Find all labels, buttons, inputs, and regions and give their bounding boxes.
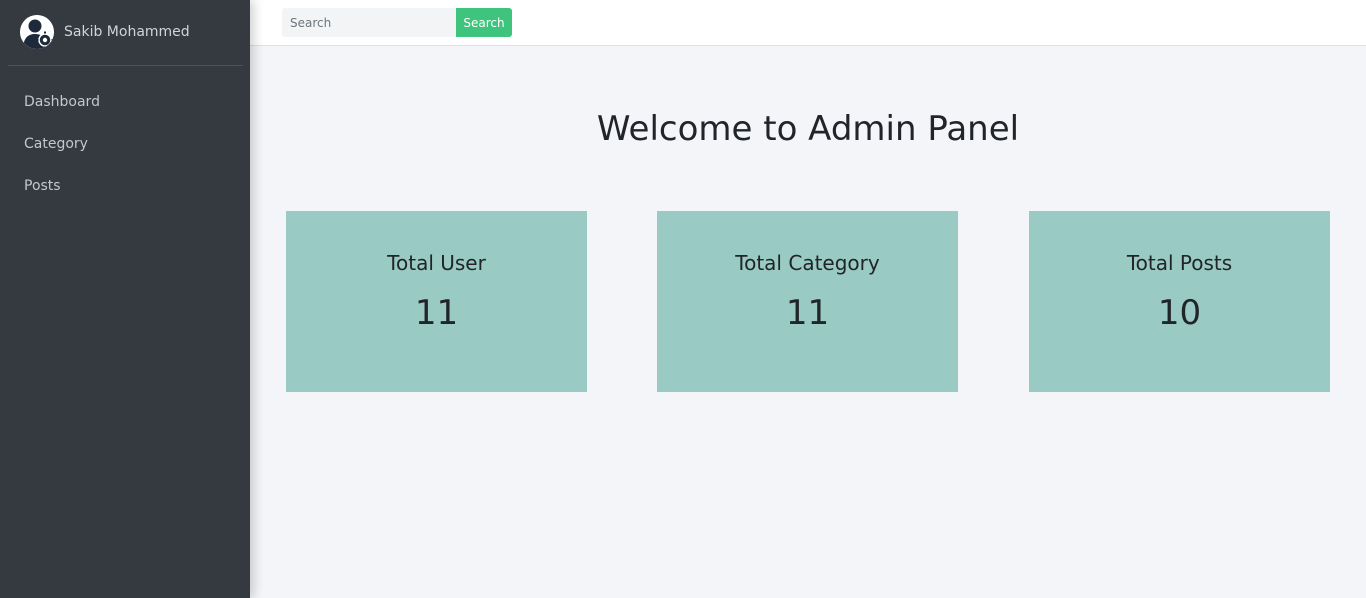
sidebar-item-category[interactable]: Category — [0, 123, 250, 165]
user-panel[interactable]: Sakib Mohammed — [8, 0, 243, 66]
stat-card-total-posts: Total Posts 10 — [1029, 211, 1330, 392]
main-content: Welcome to Admin Panel Total User 11 Tot… — [250, 47, 1366, 598]
stat-card-total-category: Total Category 11 — [657, 211, 958, 392]
stat-card-value: 11 — [414, 293, 459, 333]
stat-card-total-user: Total User 11 — [286, 211, 587, 392]
stat-card-value: 11 — [785, 293, 830, 333]
sidebar: Sakib Mohammed Dashboard Category Posts — [0, 0, 250, 598]
stat-card-label: Total User — [387, 251, 486, 275]
sidebar-item-posts[interactable]: Posts — [0, 165, 250, 207]
user-name[interactable]: Sakib Mohammed — [64, 24, 190, 40]
user-gear-icon — [20, 15, 54, 49]
search-button[interactable]: Search — [456, 8, 512, 37]
stat-card-label: Total Category — [735, 251, 880, 275]
stat-card-label: Total Posts — [1126, 251, 1233, 275]
top-navbar: Search — [250, 0, 1366, 46]
stat-card-value: 10 — [1157, 293, 1202, 333]
sidebar-item-dashboard[interactable]: Dashboard — [0, 81, 250, 123]
page-title: Welcome to Admin Panel — [596, 109, 1020, 149]
sidebar-nav: Dashboard Category Posts — [0, 81, 250, 207]
user-avatar-icon[interactable] — [20, 15, 54, 49]
search-input[interactable] — [282, 8, 456, 37]
